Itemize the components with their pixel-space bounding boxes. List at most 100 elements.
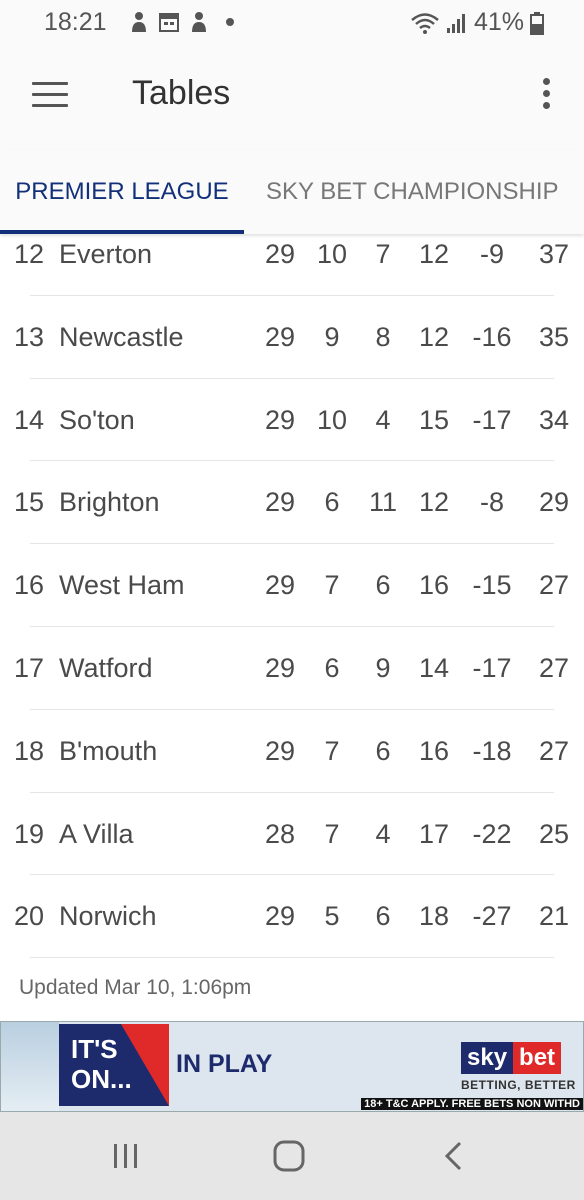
position: 18 xyxy=(13,735,44,766)
status-right: 41% xyxy=(410,8,544,37)
hamburger-menu-icon[interactable] xyxy=(32,82,68,110)
ad-headline: IT'S ON... xyxy=(71,1034,132,1094)
points: 35 xyxy=(538,321,570,352)
more-options-icon[interactable] xyxy=(538,78,554,114)
team-name: Newcastle xyxy=(59,321,184,352)
drawn: 4 xyxy=(375,404,391,435)
drawn: 6 xyxy=(375,735,391,766)
won: 7 xyxy=(324,818,340,849)
calendar-icon xyxy=(159,13,179,32)
points: 27 xyxy=(538,570,570,601)
ad-tagline: BETTING, BETTER xyxy=(461,1078,576,1092)
goal-difference: -22 xyxy=(472,818,512,849)
position: 14 xyxy=(13,404,44,435)
logo-bet-text: bet xyxy=(513,1042,562,1074)
ad-background-image xyxy=(1,1022,59,1111)
battery-icon xyxy=(530,11,544,35)
goal-difference: -8 xyxy=(479,487,504,518)
team-name: West Ham xyxy=(59,570,185,601)
notification-icons xyxy=(128,10,234,34)
drawn: 9 xyxy=(375,652,391,683)
goal-difference: -18 xyxy=(472,735,512,766)
goal-difference: -15 xyxy=(472,570,512,601)
played: 29 xyxy=(264,487,296,518)
goal-difference: -17 xyxy=(472,652,512,683)
notification-app-icon xyxy=(132,12,146,32)
league-table: 12 Everton 29 10 7 12 -9 37 13 Newcastle… xyxy=(0,213,584,958)
points: 27 xyxy=(538,652,570,683)
played: 29 xyxy=(264,570,296,601)
system-navigation-bar xyxy=(0,1112,584,1200)
won: 6 xyxy=(324,487,340,518)
won: 5 xyxy=(324,901,340,932)
played: 28 xyxy=(264,818,296,849)
back-icon[interactable] xyxy=(434,1140,474,1172)
lost: 17 xyxy=(418,818,450,849)
team-name: So'ton xyxy=(59,404,135,435)
team-name: Brighton xyxy=(59,487,160,518)
won: 6 xyxy=(324,652,340,683)
table-row[interactable]: 15 Brighton 29 6 11 12 -8 29 xyxy=(0,461,584,544)
page-title: Tables xyxy=(132,74,231,112)
points: 27 xyxy=(538,735,570,766)
team-name: B'mouth xyxy=(59,735,158,766)
ad-legal-text: 18+ T&C APPLY. FREE BETS NON WITHD xyxy=(361,1098,583,1110)
ad-subhead: IN PLAY xyxy=(176,1050,273,1078)
team-name: A Villa xyxy=(59,818,134,849)
won: 7 xyxy=(324,570,340,601)
table-row[interactable]: 17 Watford 29 6 9 14 -17 27 xyxy=(0,627,584,710)
last-updated-text: Updated Mar 10, 1:06pm xyxy=(19,976,252,999)
lost: 12 xyxy=(418,321,450,352)
position: 17 xyxy=(13,652,44,683)
notification-app-icon xyxy=(192,12,206,32)
lost: 14 xyxy=(418,652,450,683)
status-bar: 18:21 41% xyxy=(0,0,584,50)
won: 10 xyxy=(316,404,348,435)
ad-banner[interactable]: IT'S ON... IN PLAY sky bet BETTING, BETT… xyxy=(0,1021,584,1112)
won: 7 xyxy=(324,735,340,766)
goal-difference: -27 xyxy=(472,901,512,932)
table-row[interactable]: 16 West Ham 29 7 6 16 -15 27 xyxy=(0,544,584,627)
position: 20 xyxy=(13,901,44,932)
table-row[interactable]: 19 A Villa 28 7 4 17 -22 25 xyxy=(0,793,584,876)
app-bar: Tables xyxy=(0,50,584,150)
played: 29 xyxy=(264,901,296,932)
drawn: 6 xyxy=(375,901,391,932)
sky-bet-logo: sky bet xyxy=(461,1042,562,1074)
battery-percentage: 41% xyxy=(473,8,524,36)
team-name: Norwich xyxy=(59,901,157,932)
position: 16 xyxy=(13,570,44,601)
position: 15 xyxy=(13,487,44,518)
more-notifications-dot-icon xyxy=(226,18,234,26)
table-row[interactable]: 13 Newcastle 29 9 8 12 -16 35 xyxy=(0,296,584,379)
recent-apps-icon[interactable] xyxy=(106,1140,146,1172)
status-time: 18:21 xyxy=(44,8,107,36)
logo-sky-text: sky xyxy=(461,1042,514,1074)
position: 13 xyxy=(13,321,44,352)
played: 29 xyxy=(264,321,296,352)
drawn: 6 xyxy=(375,570,391,601)
goal-difference: -16 xyxy=(472,321,512,352)
signal-icon xyxy=(446,13,465,33)
lost: 16 xyxy=(418,735,450,766)
league-tabs: PREMIER LEAGUE SKY BET CHAMPIONSHIP xyxy=(0,150,584,234)
table-row[interactable]: 14 So'ton 29 10 4 15 -17 34 xyxy=(0,379,584,462)
drawn: 8 xyxy=(375,321,391,352)
won: 9 xyxy=(324,321,340,352)
tab-premier-league[interactable]: PREMIER LEAGUE xyxy=(0,150,244,234)
points: 21 xyxy=(538,901,570,932)
tab-sky-bet-championship[interactable]: SKY BET CHAMPIONSHIP xyxy=(256,150,566,234)
lost: 16 xyxy=(418,570,450,601)
team-name: Watford xyxy=(59,652,153,683)
table-row[interactable]: 20 Norwich 29 5 6 18 -27 21 xyxy=(0,875,584,958)
drawn: 4 xyxy=(375,818,391,849)
lost: 18 xyxy=(418,901,450,932)
points: 34 xyxy=(538,404,570,435)
played: 29 xyxy=(264,404,296,435)
home-icon[interactable] xyxy=(269,1140,309,1172)
position: 19 xyxy=(13,818,44,849)
table-row[interactable]: 18 B'mouth 29 7 6 16 -18 27 xyxy=(0,710,584,793)
lost: 15 xyxy=(418,404,450,435)
played: 29 xyxy=(264,652,296,683)
points: 29 xyxy=(538,487,570,518)
